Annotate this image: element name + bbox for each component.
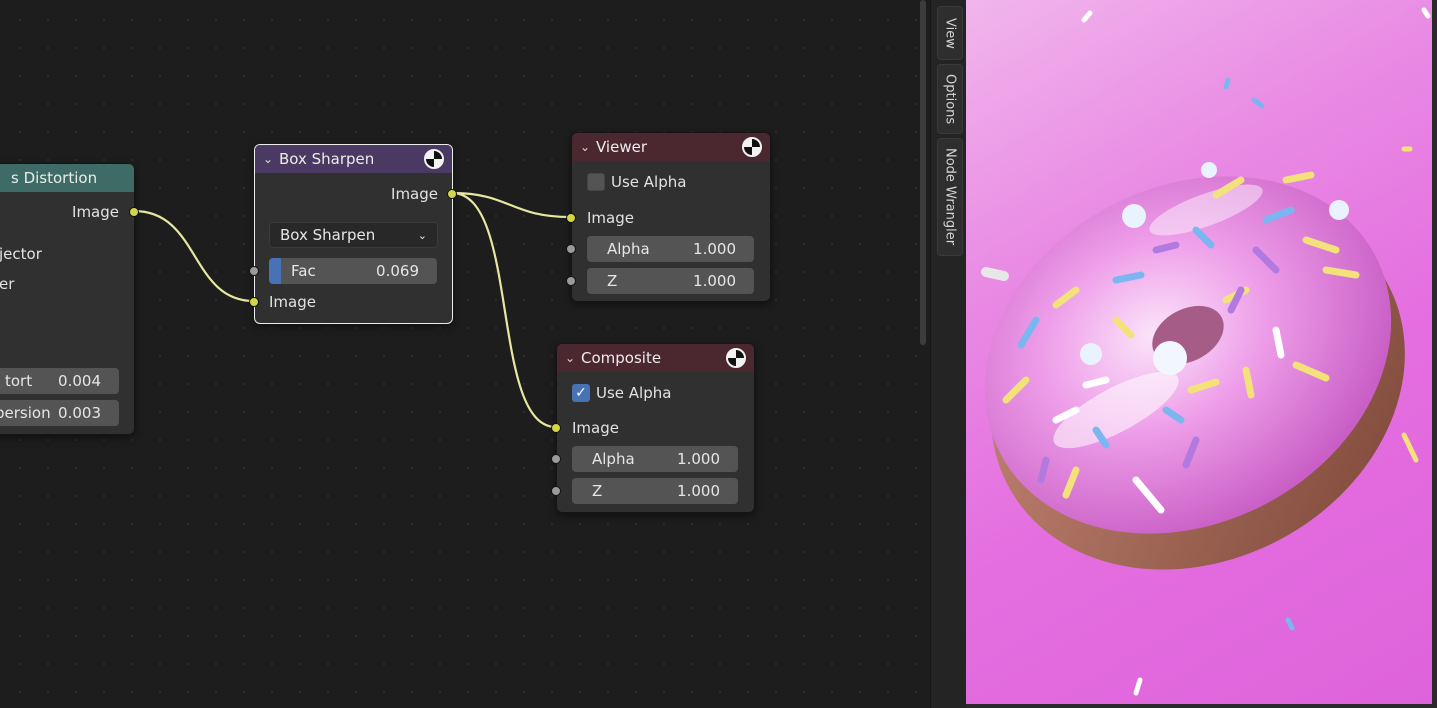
output-socket-image[interactable]	[129, 207, 139, 217]
node-links	[133, 191, 572, 429]
input-socket-z[interactable]	[566, 276, 576, 286]
field-value: 0.004	[58, 372, 101, 390]
node-title: Viewer	[596, 138, 647, 156]
partial-label-projector: jector	[0, 245, 42, 263]
input-label-image: Image	[269, 293, 316, 311]
composite-header[interactable]: ⌄ Composite	[557, 344, 754, 372]
preview-border	[966, 704, 1432, 708]
field-value: 1.000	[677, 482, 720, 500]
z-field[interactable]: Z 1.000	[587, 268, 754, 294]
dropdown-value: Box Sharpen	[280, 226, 376, 244]
field-label: tort	[5, 372, 33, 390]
field-value: 1.000	[693, 240, 736, 258]
distort-field[interactable]: tort 0.004	[0, 368, 119, 394]
field-label: persion	[0, 404, 51, 422]
tab-label: Options	[942, 73, 958, 125]
partial-label-jitter: er	[0, 275, 15, 293]
render-preview	[966, 0, 1432, 704]
field-value: 1.000	[693, 272, 736, 290]
output-label-image: Image	[391, 185, 438, 203]
render-icon	[726, 348, 746, 368]
input-socket-alpha[interactable]	[566, 244, 576, 254]
node-title: s Distortion	[11, 169, 98, 187]
render-icon	[424, 149, 444, 169]
alpha-field[interactable]: Alpha 1.000	[587, 236, 754, 262]
chevron-down-icon[interactable]: ⌄	[263, 152, 279, 166]
use-alpha-toggle[interactable]: ✓ Use Alpha	[557, 380, 754, 406]
link-lens-to-sharpen	[133, 209, 255, 303]
lens-distortion-header[interactable]: s Distortion	[0, 164, 134, 192]
node-title: Box Sharpen	[279, 150, 375, 168]
output-label-image: Image	[72, 203, 119, 221]
tab-view[interactable]: View	[937, 6, 963, 60]
field-label: Z	[592, 482, 603, 500]
tab-node-wrangler[interactable]: Node Wrangler	[937, 138, 963, 256]
alpha-field[interactable]: Alpha 1.000	[572, 446, 738, 472]
use-alpha-toggle[interactable]: Use Alpha	[572, 169, 770, 195]
node-editor-canvas[interactable]: s Distortion Image jector er tort 0.004 …	[0, 0, 930, 708]
checkmark-icon: ✓	[575, 385, 587, 401]
chevron-down-icon[interactable]: ⌄	[580, 140, 596, 154]
tab-label: View	[942, 17, 958, 49]
field-label: Alpha	[592, 450, 635, 468]
chevron-down-icon[interactable]: ⌄	[565, 351, 581, 365]
link-sharpen-to-composite	[451, 191, 557, 429]
field-value: 0.003	[58, 404, 101, 422]
input-socket-image[interactable]	[551, 423, 561, 433]
field-label: Z	[607, 272, 618, 290]
output-socket-image[interactable]	[447, 189, 457, 199]
input-socket-alpha[interactable]	[551, 454, 561, 464]
field-label: Alpha	[607, 240, 650, 258]
z-field[interactable]: Z 1.000	[572, 478, 738, 504]
input-socket-fac[interactable]	[249, 266, 259, 276]
input-socket-z[interactable]	[551, 486, 561, 496]
input-label-image: Image	[572, 419, 619, 437]
field-value: 0.069	[376, 262, 419, 280]
donut-image	[981, 7, 1431, 696]
checkbox-label: Use Alpha	[596, 384, 672, 402]
field-value: 1.000	[677, 450, 720, 468]
use-alpha-checkbox[interactable]	[587, 173, 605, 191]
node-title: Composite	[581, 349, 662, 367]
input-label-image: Image	[587, 209, 634, 227]
use-alpha-checkbox[interactable]: ✓	[572, 384, 590, 402]
composite-node[interactable]: ⌄ Composite ✓ Use Alpha Image Alpha 1.00…	[551, 343, 755, 513]
fac-slider-fill	[269, 258, 281, 284]
render-icon	[742, 137, 762, 157]
preview-border	[1432, 0, 1437, 708]
chevron-down-icon: ⌄	[417, 228, 427, 242]
tab-label: Node Wrangler	[942, 148, 958, 246]
lens-distortion-node[interactable]: s Distortion Image jector er tort 0.004 …	[0, 163, 139, 435]
link-sharpen-to-viewer	[451, 191, 572, 219]
input-socket-image[interactable]	[249, 297, 259, 307]
editor-scrollbar[interactable]	[920, 0, 926, 345]
box-sharpen-node[interactable]: ⌄ Box Sharpen Image Box Sharpen ⌄ Fac 0.…	[249, 144, 457, 324]
viewer-header[interactable]: ⌄ Viewer	[572, 133, 770, 161]
tab-options[interactable]: Options	[937, 64, 963, 134]
sidebar-tab-strip: View Options Node Wrangler	[930, 0, 967, 708]
dispersion-field[interactable]: persion 0.003	[0, 400, 119, 426]
input-socket-image[interactable]	[566, 213, 576, 223]
viewer-node[interactable]: ⌄ Viewer Use Alpha Image Alpha 1.000 Z 1…	[566, 132, 771, 302]
field-label: Fac	[291, 262, 316, 280]
box-sharpen-header[interactable]: ⌄ Box Sharpen	[255, 145, 452, 173]
sharpen-mode-dropdown[interactable]: Box Sharpen ⌄	[269, 222, 438, 248]
fac-slider[interactable]: Fac 0.069	[269, 258, 437, 284]
checkbox-label: Use Alpha	[611, 173, 687, 191]
